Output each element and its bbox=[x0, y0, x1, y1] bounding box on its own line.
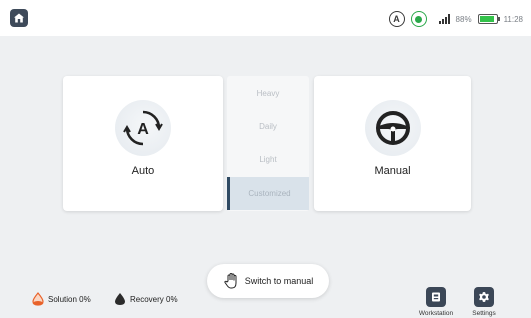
clock: 11:28 bbox=[503, 14, 523, 24]
auto-mode-icon: A bbox=[115, 100, 171, 156]
signal-icon bbox=[438, 14, 450, 24]
status-bar: A 88% 11:28 bbox=[0, 0, 531, 36]
manual-mode-card[interactable]: Manual bbox=[314, 76, 471, 211]
status-indicators: A 88% 11:28 bbox=[388, 11, 523, 27]
switch-button-label: Switch to manual bbox=[244, 276, 314, 286]
cleaning-status-icon bbox=[410, 11, 427, 27]
auto-mode-label: Auto bbox=[131, 165, 155, 177]
gear-icon bbox=[479, 292, 489, 302]
auto-mode-card[interactable]: A Auto bbox=[63, 76, 223, 211]
level-heavy[interactable]: Heavy bbox=[227, 77, 309, 110]
settings-button[interactable] bbox=[474, 287, 494, 307]
level-light[interactable]: Light bbox=[227, 143, 309, 176]
solution-drop-icon bbox=[32, 292, 44, 306]
level-customized[interactable]: Customized bbox=[227, 177, 309, 210]
switch-to-manual-button[interactable]: Switch to manual bbox=[207, 264, 329, 298]
level-daily[interactable]: Daily bbox=[227, 110, 309, 143]
recovery-drop-icon bbox=[115, 293, 125, 305]
home-icon bbox=[14, 13, 24, 23]
settings-label[interactable]: Settings bbox=[454, 310, 514, 317]
auto-mode-status-icon: A bbox=[388, 11, 405, 27]
solution-tank-status: Solution 0% bbox=[32, 292, 91, 306]
battery-icon bbox=[477, 14, 500, 24]
workstation-icon bbox=[432, 292, 440, 302]
workstation-button[interactable] bbox=[426, 287, 446, 307]
solution-label: Solution 0% bbox=[48, 294, 91, 304]
screen: A 88% 11:28 A Auto Heavy Daily Light Cus… bbox=[0, 0, 531, 318]
home-button[interactable] bbox=[10, 9, 28, 27]
recovery-label: Recovery 0% bbox=[130, 294, 178, 304]
battery-fill bbox=[479, 16, 494, 22]
recovery-tank-status: Recovery 0% bbox=[114, 292, 178, 306]
hand-icon bbox=[224, 272, 237, 289]
cleaning-level-selector: Heavy Daily Light Customized bbox=[227, 76, 309, 211]
svg-text:A: A bbox=[137, 121, 149, 138]
manual-mode-label: Manual bbox=[374, 165, 411, 177]
battery-percent: 88% bbox=[455, 14, 472, 24]
steering-wheel-icon bbox=[364, 100, 421, 156]
